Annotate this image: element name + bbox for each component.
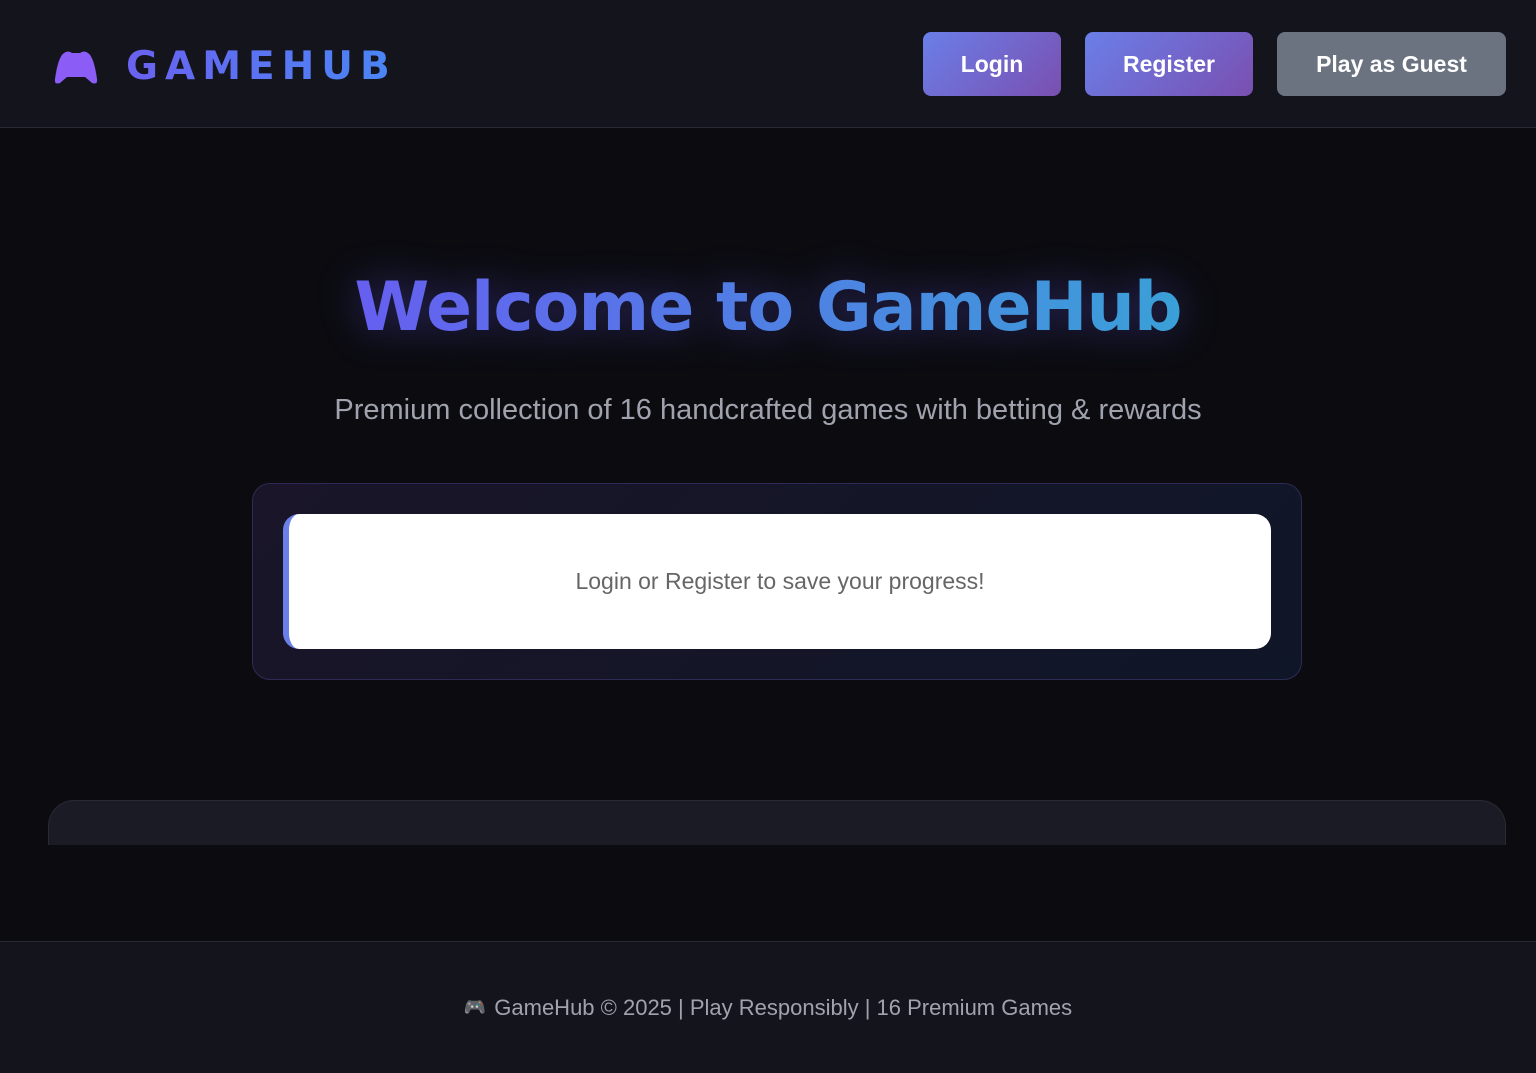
logo[interactable]: GAMEHUB [54,44,397,89]
register-button[interactable]: Register [1085,32,1253,96]
notice-panel: Login or Register to save your progress! [252,483,1302,680]
play-as-guest-button[interactable]: Play as Guest [1277,32,1506,96]
top-nav: GAMEHUB Login Register Play as Guest [0,0,1536,128]
games-section [48,800,1506,845]
page-title: Welcome to GameHub [0,268,1536,347]
subtitle: Premium collection of 16 handcrafted gam… [334,394,1202,426]
login-prompt: Login or Register to save your progress! [283,514,1271,649]
footer-text: GameHub © 2025 | Play Responsibly | 16 P… [494,994,1073,1020]
login-button[interactable]: Login [923,32,1061,96]
page-title-text: Welcome to GameHub [354,268,1182,347]
footer: 🎮 GameHub © 2025 | Play Responsibly | 16… [0,941,1536,1073]
gamepad-icon [54,51,98,83]
gamepad-icon: 🎮 [463,997,487,1017]
brand-name: GAMEHUB [126,44,397,89]
